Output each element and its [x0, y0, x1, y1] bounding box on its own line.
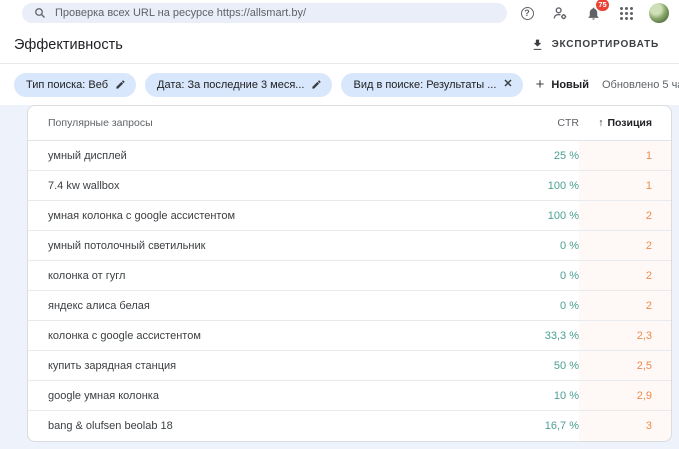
- position-cell: 2,5: [579, 351, 671, 380]
- position-cell: 1: [579, 141, 671, 170]
- table-body: умный дисплей 25 % 1 7.4 kw wallbox 100 …: [28, 141, 671, 441]
- google-apps-button[interactable]: [616, 3, 636, 23]
- export-button-label: ЭКСПОРТИРОВАТЬ: [552, 39, 659, 50]
- filter-chip-group: Тип поиска: Веб ✕ Дата: За последние 3 м…: [14, 73, 523, 97]
- position-cell: 2,3: [579, 321, 671, 350]
- filters-bar: Тип поиска: Веб ✕ Дата: За последние 3 м…: [0, 64, 679, 105]
- query-cell: 7.4 kw wallbox: [48, 180, 469, 192]
- new-filter-button[interactable]: + Новый: [532, 75, 593, 94]
- table-row[interactable]: яндекс алиса белая 0 % 2: [28, 291, 671, 321]
- new-filter-label: Новый: [551, 79, 589, 91]
- table-row[interactable]: умный потолочный светильник 0 % 2: [28, 231, 671, 261]
- content-area: Популярные запросы CTR ↑ Позиция умный ди…: [0, 105, 679, 449]
- query-cell: google умная колонка: [48, 390, 469, 402]
- download-icon: [531, 38, 544, 51]
- sort-ascending-icon: ↑: [598, 117, 603, 129]
- table-row[interactable]: колонка с google ассистентом 33,3 % 2,3: [28, 321, 671, 351]
- search-console-app: Проверка всех URL на ресурсе https://all…: [0, 0, 679, 449]
- filter-chip-label: Вид в поиске: Результаты ...: [353, 79, 496, 91]
- edit-filter-icon[interactable]: [115, 79, 126, 90]
- position-cell: 2: [579, 261, 671, 290]
- url-inspection-search-input[interactable]: Проверка всех URL на ресурсе https://all…: [22, 3, 507, 23]
- page-title: Эффективность: [14, 37, 123, 53]
- query-cell: умный потолочный светильник: [48, 240, 469, 252]
- ctr-cell: 10 %: [469, 390, 579, 402]
- last-updated-text: Обновлено 5 часов назад: [602, 79, 679, 91]
- table-header-row: Популярные запросы CTR ↑ Позиция: [28, 106, 671, 141]
- filter-chip-label: Тип поиска: Веб: [26, 79, 108, 91]
- query-cell: купить зарядная станция: [48, 360, 469, 372]
- table-row[interactable]: 7.4 kw wallbox 100 % 1: [28, 171, 671, 201]
- table-row[interactable]: bang & olufsen beolab 18 16,7 % 3: [28, 411, 671, 441]
- column-header-position[interactable]: ↑ Позиция: [579, 117, 671, 129]
- ctr-cell: 16,7 %: [469, 420, 579, 432]
- table-row[interactable]: google умная колонка 10 % 2,9: [28, 381, 671, 411]
- account-avatar[interactable]: [649, 3, 669, 23]
- top-app-bar: Проверка всех URL на ресурсе https://all…: [0, 0, 679, 26]
- column-header-ctr[interactable]: CTR: [469, 117, 579, 129]
- table-row[interactable]: купить зарядная станция 50 % 2,5: [28, 351, 671, 381]
- ctr-cell: 25 %: [469, 150, 579, 162]
- column-header-position-label: Позиция: [607, 117, 652, 129]
- notifications-badge: 75: [596, 0, 609, 11]
- user-settings-icon: [552, 5, 568, 21]
- ctr-cell: 0 %: [469, 240, 579, 252]
- query-cell: умная колонка с google ассистентом: [48, 210, 469, 222]
- page-header: Эффективность ЭКСПОРТИРОВАТЬ: [0, 26, 679, 63]
- plus-icon: +: [536, 77, 545, 92]
- filter-chip[interactable]: Вид в поиске: Результаты ... ✕: [341, 73, 522, 97]
- help-icon: ?: [521, 7, 534, 20]
- position-cell: 2: [579, 231, 671, 260]
- filter-chip[interactable]: Тип поиска: Веб ✕: [14, 73, 136, 97]
- ctr-cell: 50 %: [469, 360, 579, 372]
- column-header-queries[interactable]: Популярные запросы: [48, 117, 469, 129]
- filter-chip-label: Дата: За последние 3 меся...: [157, 79, 304, 91]
- edit-filter-icon[interactable]: [311, 79, 322, 90]
- query-cell: умный дисплей: [48, 150, 469, 162]
- position-cell: 3: [579, 411, 671, 441]
- query-cell: bang & olufsen beolab 18: [48, 420, 469, 432]
- notifications-button[interactable]: 75: [583, 3, 603, 23]
- table-row[interactable]: умный дисплей 25 % 1: [28, 141, 671, 171]
- user-settings-button[interactable]: [550, 3, 570, 23]
- ctr-cell: 100 %: [469, 210, 579, 222]
- apps-grid-icon: [620, 7, 633, 20]
- table-row[interactable]: умная колонка с google ассистентом 100 %…: [28, 201, 671, 231]
- query-cell: яндекс алиса белая: [48, 300, 469, 312]
- export-button[interactable]: ЭКСПОРТИРОВАТЬ: [525, 34, 665, 55]
- ctr-cell: 0 %: [469, 270, 579, 282]
- query-cell: колонка с google ассистентом: [48, 330, 469, 342]
- position-cell: 1: [579, 171, 671, 200]
- filter-chip[interactable]: Дата: За последние 3 меся... ✕: [145, 73, 332, 97]
- search-placeholder-text: Проверка всех URL на ресурсе https://all…: [55, 7, 306, 19]
- queries-table-card: Популярные запросы CTR ↑ Позиция умный ди…: [27, 105, 672, 442]
- help-button[interactable]: ?: [517, 3, 537, 23]
- query-cell: колонка от гугл: [48, 270, 469, 282]
- ctr-cell: 0 %: [469, 300, 579, 312]
- ctr-cell: 33,3 %: [469, 330, 579, 342]
- ctr-cell: 100 %: [469, 180, 579, 192]
- remove-filter-icon[interactable]: ✕: [503, 79, 512, 90]
- last-updated: Обновлено 5 часов назад ?: [602, 78, 679, 91]
- position-cell: 2: [579, 291, 671, 320]
- position-cell: 2,9: [579, 381, 671, 410]
- position-cell: 2: [579, 201, 671, 230]
- topbar-icon-group: ? 75: [517, 3, 673, 23]
- search-icon: [34, 7, 46, 19]
- table-row[interactable]: колонка от гугл 0 % 2: [28, 261, 671, 291]
